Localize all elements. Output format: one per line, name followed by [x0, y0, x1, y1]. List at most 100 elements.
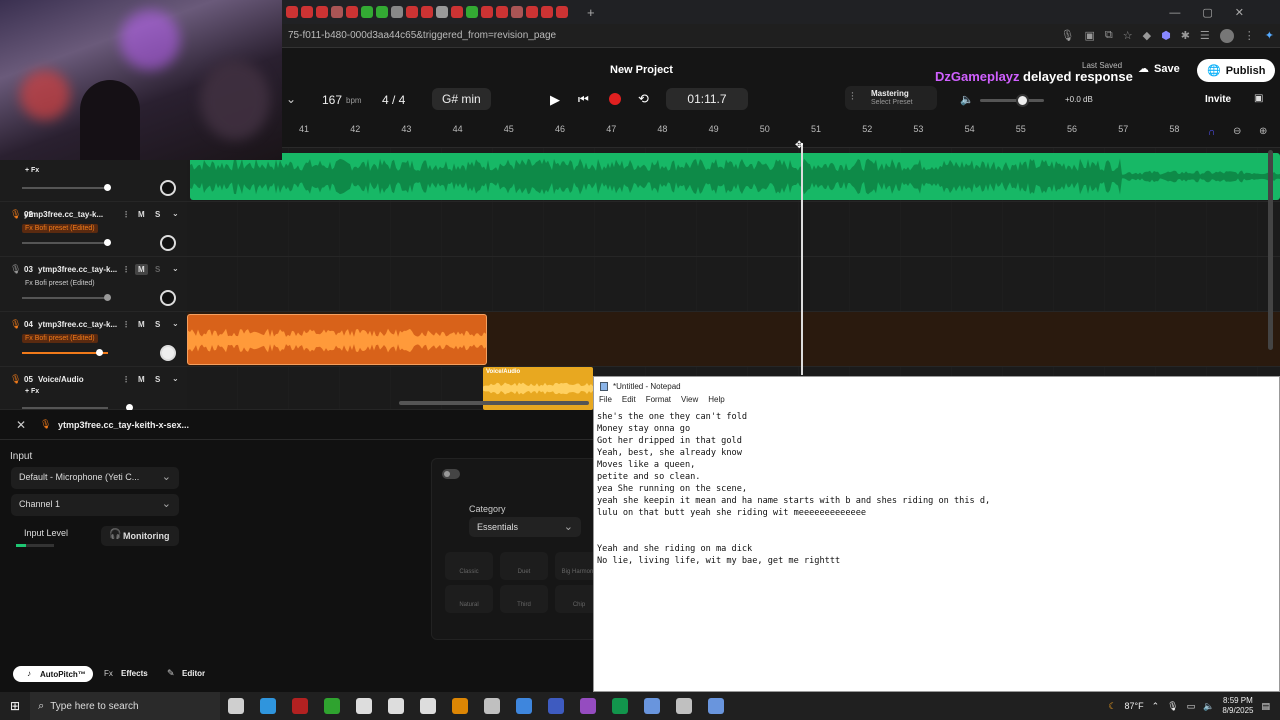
weather-temp[interactable]: 87°F	[1125, 701, 1144, 711]
master-volume-slider[interactable]	[980, 94, 1044, 107]
notepad-window[interactable]: *Untitled - Notepad File Edit Format Vie…	[593, 376, 1280, 692]
taskbar-app-icon[interactable]	[228, 698, 245, 714]
taskbar-app-icon[interactable]	[676, 698, 693, 714]
browser-tab[interactable]	[541, 6, 553, 18]
track-lane-3[interactable]	[187, 257, 1280, 312]
browser-tab-strip[interactable]: + —▢✕	[282, 0, 1280, 24]
browser-tab[interactable]	[466, 6, 478, 18]
track-lane-4[interactable]	[187, 312, 1280, 367]
chevron-up-icon[interactable]: ⌃	[1152, 701, 1160, 712]
browser-tab[interactable]	[451, 6, 463, 18]
key-selector[interactable]: G# min	[432, 88, 491, 110]
track-fx-label[interactable]: + Fx	[22, 387, 42, 396]
track-fx-badge[interactable]: Fx Bofi preset (Edited)	[22, 279, 98, 288]
preset-tile-classic[interactable]: Classic	[445, 552, 493, 580]
zoom-out-icon[interactable]: ⊖	[1233, 126, 1241, 137]
mute-button[interactable]: M	[138, 210, 145, 219]
track-header-3[interactable]: 🎙 03 ytmp3free.cc_tay-k... ⋮ M S ⌄ Fx Bo…	[0, 257, 187, 312]
bookmarks-icon[interactable]: ☰	[1200, 29, 1210, 43]
start-icon[interactable]: ⊞	[10, 699, 20, 713]
menu-help[interactable]: Help	[708, 395, 724, 409]
browser-tab[interactable]	[301, 6, 313, 18]
menu-edit[interactable]: Edit	[622, 395, 636, 409]
volume-icon[interactable]: 🔈	[1203, 701, 1214, 712]
taskbar-app-icon[interactable]	[420, 698, 437, 714]
more-icon[interactable]: ⋮	[122, 375, 130, 384]
browser-tab[interactable]	[556, 6, 568, 18]
screen-icon[interactable]: ▣	[1084, 29, 1094, 43]
taskbar-app-icon[interactable]	[356, 698, 373, 714]
zoom-in-icon[interactable]: ⊕	[1259, 126, 1267, 137]
browser-tab[interactable]	[406, 6, 418, 18]
loop-button[interactable]: ⟲	[638, 91, 649, 107]
track-volume-slider[interactable]	[22, 239, 111, 246]
star-icon[interactable]: ☆	[1123, 29, 1133, 43]
tab-effects[interactable]: Effects	[121, 669, 148, 678]
solo-button[interactable]: S	[155, 210, 160, 219]
save-button[interactable]: ☁ Save	[1138, 62, 1180, 76]
chevron-down-icon[interactable]: ⌄	[172, 264, 179, 273]
browser-tab[interactable]	[421, 6, 433, 18]
taskbar-app-icon[interactable]	[292, 698, 309, 714]
track-header-4[interactable]: 🎙 04 ytmp3free.cc_tay-k... ⋮ M S ⌄ Fx Bo…	[0, 312, 187, 367]
record-button[interactable]	[609, 93, 621, 105]
browser-tab[interactable]	[346, 6, 358, 18]
menu-file[interactable]: File	[599, 395, 612, 409]
channel-select[interactable]: Channel 1 ⌄	[11, 494, 179, 516]
solo-button[interactable]: S	[155, 265, 160, 274]
browser-tab[interactable]	[496, 6, 508, 18]
browser-tab[interactable]	[286, 6, 298, 18]
track-lane-1[interactable]	[187, 148, 1280, 202]
taskbar-app-icon[interactable]	[484, 698, 501, 714]
track-lane-2[interactable]	[187, 202, 1280, 257]
gift-icon[interactable]: ▣	[1254, 93, 1263, 104]
more-icon[interactable]: ⋮	[122, 320, 130, 329]
taskbar-app-icon[interactable]	[580, 698, 597, 714]
mastering-button[interactable]: ⫶ Mastering Select Preset	[845, 86, 937, 110]
track-name[interactable]: ytmp3free.cc_tay-k...	[24, 210, 103, 219]
taskbar-app-icon[interactable]	[644, 698, 661, 714]
magnet-icon[interactable]: ∩	[1208, 127, 1215, 138]
chevron-down-icon[interactable]: ⌄	[286, 92, 296, 106]
vertical-scrollbar[interactable]	[1268, 150, 1273, 350]
preset-tile-duet[interactable]: Duet	[500, 552, 548, 580]
shield-icon[interactable]: ⬢	[1161, 29, 1171, 43]
play-button[interactable]: ▶	[550, 92, 560, 108]
extension-icon[interactable]: ◆	[1143, 29, 1151, 43]
install-icon[interactable]: ⧉	[1105, 29, 1113, 43]
speaker-icon[interactable]: 🔈	[960, 93, 974, 106]
profile-avatar[interactable]	[1219, 28, 1234, 43]
notepad-text-area[interactable]: she's the one they can't fold Money stay …	[594, 409, 1279, 569]
menu-icon[interactable]: ⋮	[1244, 29, 1255, 43]
taskbar-app-icon[interactable]	[548, 698, 565, 714]
taskbar-app-icon[interactable]	[612, 698, 629, 714]
category-select[interactable]: Essentials ⌄	[469, 517, 581, 537]
solo-button[interactable]: S	[155, 375, 160, 384]
window-controls-icon[interactable]: —▢✕	[1169, 6, 1266, 19]
chevron-down-icon[interactable]: ⌄	[172, 374, 179, 383]
url-text[interactable]: 75-f011-b480-000d3aa44c65&triggered_from…	[288, 30, 556, 41]
preset-tile-natural[interactable]: Natural	[445, 585, 493, 613]
track-pan-knob[interactable]	[160, 290, 176, 306]
browser-tab[interactable]	[331, 6, 343, 18]
invite-button[interactable]: Invite	[1205, 94, 1231, 105]
track-volume-slider[interactable]	[22, 404, 133, 411]
mute-button[interactable]: M	[138, 320, 145, 329]
bpm-control[interactable]: 167 bpm	[322, 93, 362, 107]
track-fx-label[interactable]: + Fx	[22, 166, 42, 175]
track-header-5[interactable]: 🎙 05 Voice/Audio ⋮ M S ⌄ + Fx	[0, 367, 187, 411]
notifications-icon[interactable]: ▤	[1261, 701, 1270, 712]
track-pan-knob[interactable]	[160, 180, 176, 196]
more-icon[interactable]: ⋮	[122, 210, 130, 219]
chevron-down-icon[interactable]: ⌄	[172, 319, 179, 328]
taskbar-app-icon[interactable]	[708, 698, 725, 714]
track-fx-badge[interactable]: Fx Bofi preset (Edited)	[22, 334, 98, 343]
taskbar-app-icon[interactable]	[516, 698, 533, 714]
taskbar-app-icon[interactable]	[260, 698, 277, 714]
taskbar-app-icon[interactable]	[324, 698, 341, 714]
address-bar[interactable]: 75-f011-b480-000d3aa44c65&triggered_from…	[282, 24, 1280, 48]
chevron-down-icon[interactable]: ⌄	[172, 209, 179, 218]
playhead[interactable]	[801, 143, 803, 375]
taskbar-app-icon[interactable]	[452, 698, 469, 714]
audio-clip-orange[interactable]	[187, 314, 487, 365]
